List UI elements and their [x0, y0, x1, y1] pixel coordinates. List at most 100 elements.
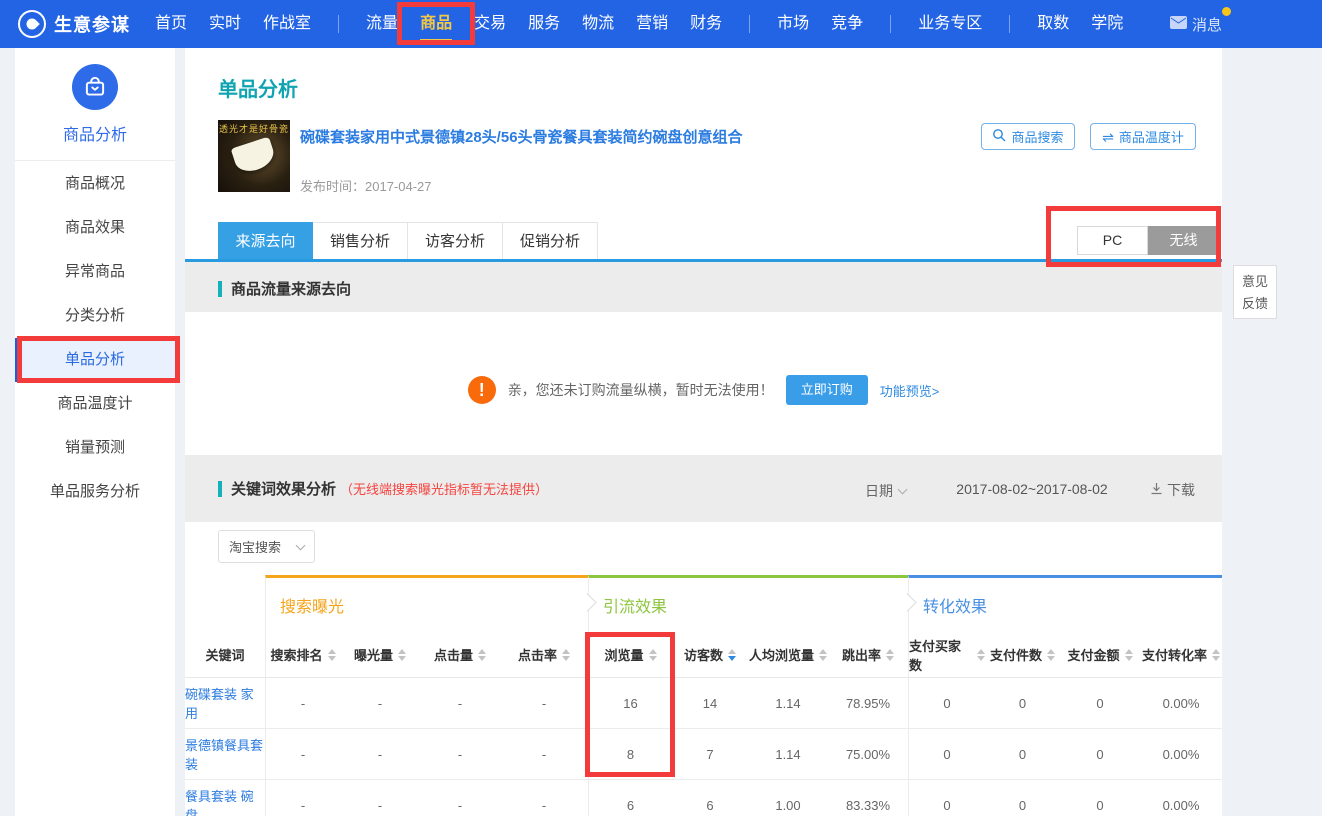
nav-item-finance[interactable]: 财务	[679, 0, 733, 48]
column-header-label: 搜索排名	[270, 645, 322, 664]
cell-pay-amount: 0	[1060, 780, 1140, 816]
column-header-search-rank[interactable]: 搜索排名	[265, 632, 340, 677]
nav-divider	[338, 15, 339, 33]
column-header-bounce-rate[interactable]: 跳出率	[828, 632, 908, 677]
keyword-link[interactable]: 景德镇餐具套装	[185, 729, 265, 779]
cell-search-rank: -	[265, 729, 340, 779]
sort-icon[interactable]	[328, 649, 336, 661]
column-header-visitors[interactable]: 访客数	[672, 632, 748, 677]
main-card: 单品分析 透光才是好骨瓷 碗碟套装家用中式景德镇28头/56头骨瓷餐具套装简约碗…	[185, 48, 1222, 816]
cell-pageviews: 6	[588, 780, 672, 816]
cell-visitors: 14	[672, 678, 748, 728]
column-header-pageviews[interactable]: 浏览量	[588, 632, 672, 677]
column-header-label: 人均浏览量	[749, 645, 814, 664]
column-header-pay-items[interactable]: 支付件数	[985, 632, 1060, 677]
sort-icon[interactable]	[649, 649, 657, 661]
keyword-section-note: （无线端搜索曝光指标暂无法提供）	[340, 479, 548, 498]
device-toggle-pc[interactable]: PC	[1077, 226, 1148, 255]
column-header-pay-amount[interactable]: 支付金额	[1060, 632, 1140, 677]
nav-item-market[interactable]: 市场	[766, 0, 820, 48]
nav-item-marketing[interactable]: 营销	[625, 0, 679, 48]
message-icon	[1170, 16, 1187, 33]
cell-ctr: -	[500, 780, 588, 816]
cell-avg-pageviews: 1.00	[748, 780, 828, 816]
tab-promotion[interactable]: 促销分析	[503, 222, 598, 260]
tab-visitor[interactable]: 访客分析	[408, 222, 503, 260]
column-header-avg-pageviews[interactable]: 人均浏览量	[748, 632, 828, 677]
date-dropdown[interactable]: 日期	[865, 481, 906, 501]
sidebar-item-single-item-analysis[interactable]: 单品分析	[15, 338, 175, 382]
column-header-impressions[interactable]: 曝光量	[340, 632, 420, 677]
channel-select-value: 淘宝搜索	[229, 537, 281, 556]
device-toggle-wireless[interactable]: 无线	[1148, 226, 1219, 255]
tab-source[interactable]: 来源去向	[218, 222, 313, 260]
sort-icon[interactable]	[1212, 649, 1220, 661]
sort-icon[interactable]	[819, 649, 827, 661]
column-header-clicks[interactable]: 点击量	[420, 632, 500, 677]
nav-item-trade[interactable]: 交易	[463, 0, 517, 48]
table-group-1: 搜索曝光	[265, 575, 588, 632]
nav-message[interactable]: 消息	[1170, 14, 1222, 35]
sidebar-item-product-thermometer[interactable]: 商品温度计	[15, 382, 175, 426]
channel-select[interactable]: 淘宝搜索	[218, 530, 315, 563]
product-title-link[interactable]: 碗碟套装家用中式景德镇28头/56头骨瓷餐具套装简约碗盘创意组合	[300, 126, 940, 147]
table-group-label: 搜索曝光	[280, 593, 344, 617]
keyword-link[interactable]: 碗碟套装 家用	[185, 678, 265, 728]
nav-item-data-fetch[interactable]: 取数	[1026, 0, 1080, 48]
nav-item-home[interactable]: 首页	[144, 0, 198, 48]
column-header-pay-conversion[interactable]: 支付转化率	[1140, 632, 1222, 677]
cell-avg-pageviews: 1.14	[748, 678, 828, 728]
sort-icon[interactable]	[1125, 649, 1133, 661]
cell-clicks: -	[420, 678, 500, 728]
sort-icon[interactable]	[728, 649, 736, 661]
order-now-button[interactable]: 立即订购	[786, 375, 868, 405]
product-image: 透光才是好骨瓷	[218, 120, 290, 192]
sidebar-item-abnormal-products[interactable]: 异常商品	[15, 250, 175, 294]
chevron-down-icon	[898, 485, 908, 495]
nav-item-traffic[interactable]: 流量	[355, 0, 409, 48]
sort-icon[interactable]	[398, 649, 406, 661]
sort-icon[interactable]	[562, 649, 570, 661]
sidebar-item-single-item-service[interactable]: 单品服务分析	[15, 470, 175, 514]
sort-icon[interactable]	[977, 649, 985, 661]
nav-item-academy[interactable]: 学院	[1080, 0, 1134, 48]
cell-pay-conversion: 0.00%	[1140, 729, 1222, 779]
search-icon	[992, 128, 1006, 145]
tab-sales[interactable]: 销售分析	[313, 222, 408, 260]
nav-item-realtime[interactable]: 实时	[198, 0, 252, 48]
sidebar-item-product-overview[interactable]: 商品概况	[15, 162, 175, 206]
sort-icon[interactable]	[478, 649, 486, 661]
nav-item-business-zone[interactable]: 业务专区	[907, 0, 993, 48]
column-header-pay-buyers[interactable]: 支付买家数	[908, 632, 985, 677]
nav-divider	[890, 15, 891, 33]
table-group-label: 转化效果	[923, 593, 987, 617]
feature-preview-link[interactable]: 功能预览>	[880, 381, 940, 400]
sidebar-item-category-analysis[interactable]: 分类分析	[15, 294, 175, 338]
download-button[interactable]: 下载	[1150, 480, 1195, 500]
sidebar-item-sales-forecast[interactable]: 销量预测	[15, 426, 175, 470]
nav-item-service[interactable]: 服务	[517, 0, 571, 48]
sort-icon[interactable]	[886, 649, 894, 661]
nav-item-war-room[interactable]: 作战室	[252, 0, 322, 48]
tab-bar: 来源去向销售分析访客分析促销分析	[218, 222, 598, 260]
keyword-section-title: 关键词效果分析	[231, 478, 336, 499]
feedback-button[interactable]: 意见 反馈	[1233, 265, 1277, 319]
cell-pay-buyers: 0	[908, 678, 985, 728]
sort-icon[interactable]	[1047, 649, 1055, 661]
nav-item-logistics[interactable]: 物流	[571, 0, 625, 48]
product-thermometer-label: 商品温度计	[1119, 127, 1184, 146]
flow-section-header: 商品流量来源去向	[185, 262, 1222, 312]
cell-pay-conversion: 0.00%	[1140, 780, 1222, 816]
product-search-button[interactable]: 商品搜索	[981, 123, 1075, 150]
keyword-section-header: 关键词效果分析 （无线端搜索曝光指标暂无法提供） 日期 2017-08-02~2…	[185, 455, 1222, 522]
keyword-link[interactable]: 餐具套装 碗盘	[185, 780, 265, 816]
sidebar-item-product-effect[interactable]: 商品效果	[15, 206, 175, 250]
nav-item-product[interactable]: 商品	[409, 0, 463, 48]
column-header-label: 支付买家数	[909, 636, 972, 674]
column-header-ctr[interactable]: 点击率	[500, 632, 588, 677]
nav-item-competition[interactable]: 竞争	[820, 0, 874, 48]
product-thermometer-button[interactable]: ⇌ 商品温度计	[1090, 123, 1196, 150]
message-label: 消息	[1192, 14, 1222, 35]
cell-pay-amount: 0	[1060, 729, 1140, 779]
table-group-label: 引流效果	[603, 593, 667, 617]
